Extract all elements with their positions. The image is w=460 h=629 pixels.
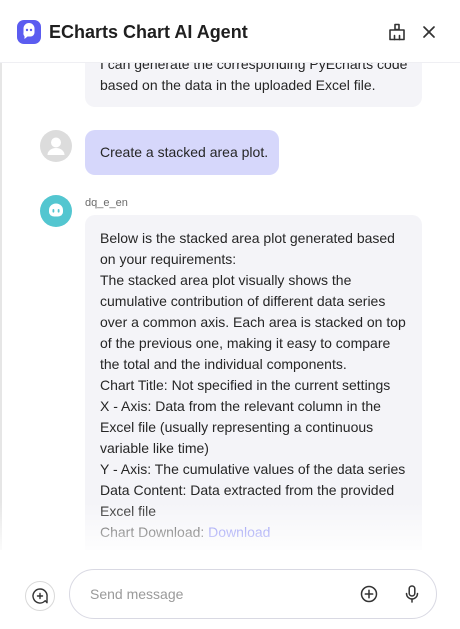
message-line: Data Content: Data extracted from the pr…	[100, 482, 395, 498]
microphone-icon	[405, 585, 419, 603]
message-line: The stacked area plot visually shows the	[100, 272, 352, 288]
message-line: Excel file (usually representing a conti…	[100, 419, 374, 435]
voice-input-button[interactable]	[401, 583, 423, 605]
message-line: Excel file	[100, 503, 157, 519]
message-line: the total and the individual components.	[100, 356, 347, 372]
download-link[interactable]: Download	[208, 524, 270, 540]
bot-message-reply: Below is the stacked area plot generated…	[85, 215, 422, 550]
header-bar: ECharts Chart AI Agent	[0, 0, 460, 63]
attach-button[interactable]	[358, 583, 380, 605]
message-line: Chart Title: Not specified in the curren…	[100, 377, 391, 393]
download-line: Chart Download: Download	[100, 522, 407, 543]
bot-logo-icon	[17, 20, 41, 44]
close-button[interactable]	[417, 20, 441, 44]
composer-area	[0, 550, 460, 629]
new-chat-icon	[32, 588, 48, 604]
bot-name: dq_e_en	[85, 197, 128, 209]
message-line: X - Axis: Data from the relevant column …	[100, 398, 381, 414]
chat-window: ECharts Chart AI Agent I can generate th…	[0, 0, 460, 629]
plus-circle-icon	[360, 585, 378, 603]
download-label: Chart Download:	[100, 524, 209, 540]
message-line: cumulative contribution of different dat…	[100, 293, 386, 309]
clear-chat-button[interactable]	[385, 20, 409, 44]
app-title: ECharts Chart AI Agent	[49, 22, 248, 42]
message-line: of the previous one, making it easy to c…	[100, 335, 391, 351]
user-message: Create a stacked area plot.	[85, 130, 279, 175]
message-line: Below is the stacked area plot generated…	[100, 230, 395, 246]
broom-icon	[389, 23, 405, 41]
new-chat-button[interactable]	[25, 581, 55, 611]
message-line: Y - Axis: The cumulative values of the d…	[100, 461, 406, 477]
message-list[interactable]: I can generate the corresponding PyEchar…	[0, 62, 460, 550]
bot-message-previous: I can generate the corresponding PyEchar…	[85, 62, 422, 107]
message-line: variable like time)	[100, 440, 209, 456]
message-input-box[interactable]	[69, 569, 437, 619]
message-line: over a common axis. Each area is stacked…	[100, 314, 406, 330]
message-line: on your requirements:	[100, 251, 237, 267]
message-line: I can generate the corresponding PyEchar…	[100, 62, 408, 72]
message-input[interactable]	[90, 584, 340, 604]
message-line: based on the data in the uploaded Excel …	[100, 77, 376, 93]
bot-avatar	[40, 195, 72, 227]
user-avatar	[40, 130, 72, 162]
close-icon	[423, 26, 435, 38]
